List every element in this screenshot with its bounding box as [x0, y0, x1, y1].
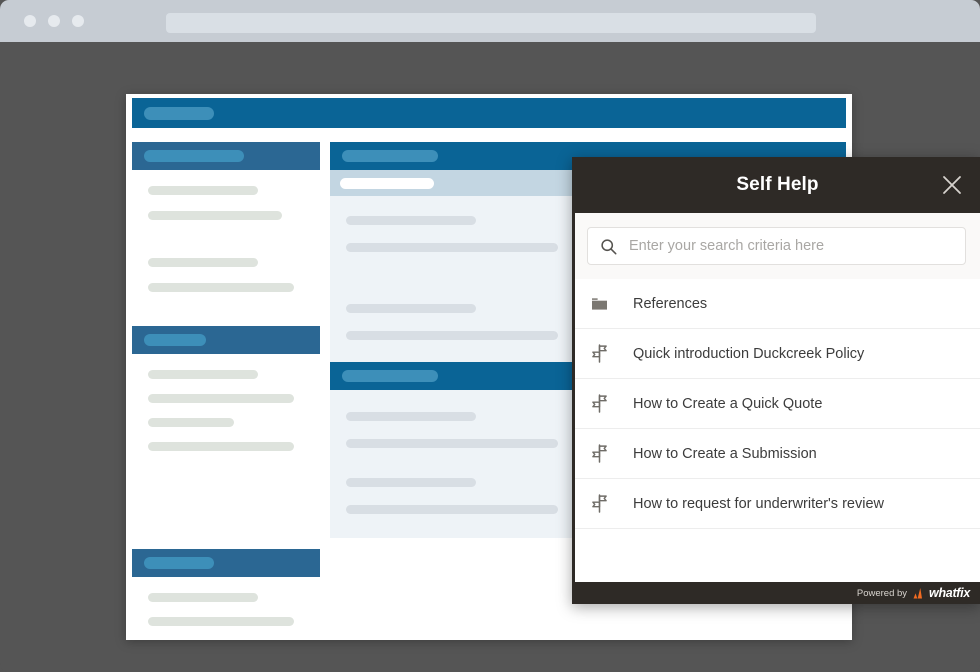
text-line [346, 216, 476, 225]
header-title-placeholder [342, 370, 438, 382]
search-box[interactable] [587, 227, 966, 265]
app-topbar [132, 98, 846, 128]
desktop-backdrop: Self Help Enter your search criteria her… [0, 42, 980, 672]
left-section-2-body [132, 354, 320, 451]
widget-footer: Powered by whatfix [575, 582, 980, 604]
text-line [148, 442, 294, 451]
text-line [346, 439, 558, 448]
list-item-label: How to Create a Submission [633, 445, 817, 462]
text-line [148, 418, 234, 427]
text-line [346, 505, 558, 514]
text-line [346, 304, 476, 313]
left-section-2 [132, 326, 320, 451]
widget-title: Self Help [736, 174, 819, 195]
browser-chrome [0, 0, 980, 42]
left-section-3 [132, 549, 320, 626]
list-item[interactable]: References [575, 279, 980, 329]
text-line [346, 331, 558, 340]
list-item-label: References [633, 295, 708, 312]
window-controls [24, 15, 84, 27]
close-dot[interactable] [24, 15, 36, 27]
search-icon [600, 238, 629, 255]
list-item-label: How to Create a Quick Quote [633, 395, 823, 412]
list-item[interactable]: How to Create a Quick Quote [575, 379, 980, 429]
close-icon[interactable] [940, 173, 964, 197]
text-line [148, 617, 294, 626]
selected-row-label-placeholder [340, 178, 434, 189]
text-line [148, 370, 258, 379]
list-item[interactable]: How to Create a Submission [575, 429, 980, 479]
search-zone [575, 213, 980, 279]
list-item[interactable]: Quick introduction Duckcreek Policy [575, 329, 980, 379]
text-line [148, 186, 258, 195]
text-line [346, 478, 476, 487]
left-section-1-body [132, 170, 320, 292]
self-help-widget: Self Help Enter your search criteria her… [572, 157, 980, 604]
text-line [148, 258, 258, 267]
results-list: References Quick introduction Duckcreek … [575, 279, 980, 582]
header-title-placeholder [144, 557, 214, 569]
folder-icon [591, 296, 621, 311]
address-bar[interactable] [166, 13, 816, 33]
text-line [346, 412, 476, 421]
whatfix-mark-icon [913, 587, 923, 598]
left-section-1-header [132, 142, 320, 170]
app-left-column [132, 142, 320, 626]
text-line [148, 593, 258, 602]
text-line [148, 211, 282, 220]
list-item-label: How to request for underwriter's review [633, 495, 884, 512]
signpost-icon [591, 494, 621, 513]
whatfix-wordmark: whatfix [929, 586, 970, 600]
whatfix-logo[interactable]: whatfix [913, 586, 970, 600]
list-item-label: Quick introduction Duckcreek Policy [633, 345, 865, 362]
list-item[interactable]: How to request for underwriter's review [575, 479, 980, 529]
header-title-placeholder [144, 334, 206, 346]
app-topbar-title-placeholder [144, 107, 214, 120]
left-section-3-body [132, 577, 320, 626]
left-section-1 [132, 142, 320, 292]
header-title-placeholder [342, 150, 438, 162]
widget-header: Self Help [575, 157, 980, 213]
left-section-2-header [132, 326, 320, 354]
header-title-placeholder [144, 150, 244, 162]
text-line [346, 243, 558, 252]
signpost-icon [591, 444, 621, 463]
minimize-dot[interactable] [48, 15, 60, 27]
signpost-icon [591, 344, 621, 363]
signpost-icon [591, 394, 621, 413]
text-line [148, 394, 294, 403]
text-line [148, 283, 294, 292]
powered-by-label: Powered by [856, 587, 908, 599]
left-section-3-header [132, 549, 320, 577]
search-input[interactable] [629, 238, 953, 254]
maximize-dot[interactable] [72, 15, 84, 27]
